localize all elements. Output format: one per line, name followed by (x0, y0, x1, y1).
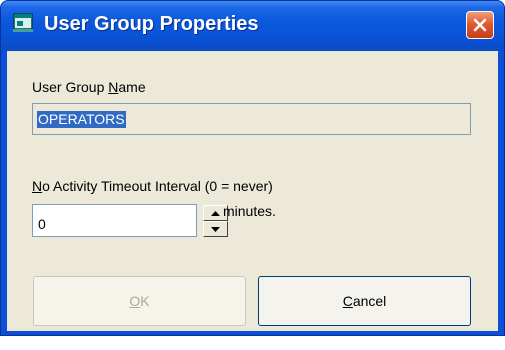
window-app-icon (13, 13, 33, 33)
ok-button[interactable]: OK (33, 276, 246, 326)
timeout-label: No Activity Timeout Interval (0 = never) (32, 178, 273, 194)
close-icon (473, 18, 487, 32)
window-title: User Group Properties (44, 13, 259, 35)
spin-down-button[interactable] (203, 221, 228, 237)
group-name-value: OPERATORS (37, 111, 126, 128)
close-button[interactable] (466, 11, 494, 39)
arrow-up-icon (211, 210, 220, 216)
timeout-input[interactable] (32, 204, 197, 237)
dialog-body: User Group Name OPERATORS No Activity Ti… (7, 51, 498, 331)
title-bar[interactable]: User Group Properties (1, 1, 504, 51)
arrow-down-icon (211, 226, 220, 232)
group-name-label: User Group Name (32, 79, 146, 95)
cancel-button[interactable]: Cancel (258, 276, 471, 326)
timeout-unit-label: minutes. (223, 203, 276, 219)
group-name-field[interactable]: OPERATORS (32, 103, 471, 135)
dialog-window: User Group Properties User Group Name OP… (0, 0, 505, 336)
